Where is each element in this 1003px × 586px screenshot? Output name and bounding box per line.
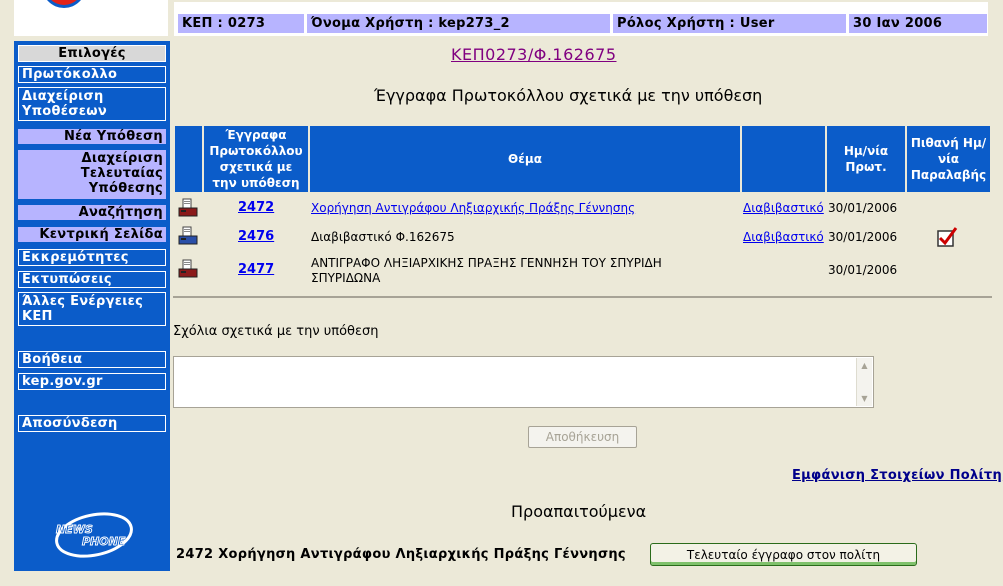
save-button[interactable]: Αποθήκευση	[528, 426, 637, 448]
type-link[interactable]: Διαβιβαστικό	[743, 230, 824, 244]
protocol-date: 30/01/2006	[828, 201, 898, 215]
protocol-number-link[interactable]: 2472	[238, 200, 274, 215]
type-link[interactable]: Διαβιβαστικό	[743, 201, 824, 215]
last-document-button[interactable]: Τελευταίο έγγραφο στον πολίτη	[650, 543, 917, 566]
table-row: 2476 Διαβιβαστικό Φ.162675 Διαβιβαστικό …	[173, 226, 991, 250]
comments-textarea[interactable]	[173, 356, 874, 408]
kep-code: ΚΕΠ : 0273	[178, 14, 304, 33]
user-name: Όνομα Χρήστη : kep273_2	[307, 14, 610, 33]
sidebar-item-help[interactable]: Βοήθεια	[18, 351, 166, 368]
divider	[173, 296, 992, 298]
user-role: Ρόλος Χρήστη : User	[613, 14, 846, 33]
sidebar: Επιλογές Πρωτόκολλο Διαχείριση Υποθέσεων…	[14, 41, 170, 571]
sidebar-item-protocol[interactable]: Πρωτόκολλο	[18, 66, 166, 83]
sidebar-item-search[interactable]: Αναζήτηση	[18, 205, 166, 220]
comments-label: Σχόλια σχετικά με την υπόθεση	[173, 324, 379, 339]
subject-text: ΑΝΤΙΓΡΑΦΟ ΛΗΞΙΑΡΧΙΚΗΣ ΠΡΑΞΗΣ ΓΕΝΝΗΣΗ ΤΟΥ…	[311, 256, 662, 285]
header-subject: Θέμα	[310, 126, 740, 192]
header-receipt: Πιθανή Ημ/νία Παραλαβής	[907, 126, 990, 192]
protocol-date: 30/01/2006	[828, 230, 898, 244]
logo-area	[14, 0, 168, 36]
prerequisites-title: Προαπαιτούμενα	[511, 502, 647, 521]
sidebar-title: Επιλογές	[18, 45, 166, 62]
svg-text:PHONE: PHONE	[82, 535, 126, 548]
prerequisite-item: 2472 Χορήγηση Αντιγράφου Ληξιαρχικής Πρά…	[176, 547, 626, 562]
subject-link[interactable]: Χορήγηση Αντιγράφου Ληξιαρχικής Πράξης Γ…	[311, 201, 635, 215]
document-icon[interactable]	[177, 226, 199, 249]
header-type	[742, 126, 825, 192]
sidebar-item-pending[interactable]: Εκκρεμότητες	[18, 249, 166, 266]
comments-scrollbar[interactable]: ▲ ▼	[856, 358, 872, 406]
sidebar-item-prints[interactable]: Εκτυπώσεις	[18, 271, 166, 288]
document-icon[interactable]	[177, 259, 199, 282]
page-heading: Έγγραφα Πρωτοκόλλου σχετικά με την υπόθε…	[374, 86, 763, 105]
protocol-number-link[interactable]: 2476	[238, 229, 274, 244]
kep-logo-icon	[42, 0, 86, 8]
sidebar-item-new-case[interactable]: Νέα Υπόθεση	[18, 129, 166, 144]
protocol-date: 30/01/2006	[828, 263, 898, 277]
scroll-down-icon[interactable]: ▼	[859, 393, 870, 404]
sidebar-item-manage-cases[interactable]: Διαχείριση Υποθέσεων	[18, 87, 166, 121]
show-citizen-info-link[interactable]: Εμφάνιση Στοιχείων Πολίτη	[792, 468, 1002, 483]
case-number-link[interactable]: ΚΕΠ0273/Φ.162675	[451, 45, 617, 64]
header-icon-col	[175, 126, 202, 192]
sidebar-item-manage-last-case[interactable]: Διαχείριση Τελευταίας Υπόθεσης	[18, 150, 166, 199]
header-bar: ΚΕΠ : 0273 Όνομα Χρήστη : kep273_2 Ρόλος…	[172, 0, 990, 38]
table-row: 2477 ΑΝΤΙΓΡΑΦΟ ΛΗΞΙΑΡΧΙΚΗΣ ΠΡΑΞΗΣ ΓΕΝΝΗΣ…	[173, 256, 991, 290]
sidebar-item-site[interactable]: kep.gov.gr	[18, 373, 166, 390]
table-row: 2472 Χορήγηση Αντιγράφου Ληξιαρχικής Πρά…	[173, 198, 991, 220]
header-date: Ημ/νία Πρωτ.	[827, 126, 905, 192]
header-docs: Έγγραφα Πρωτοκόλλου σχετικά με την υπόθε…	[204, 126, 308, 192]
checkbox-checked-icon[interactable]	[936, 226, 958, 251]
current-date: 30 Ιαν 2006	[849, 14, 987, 33]
sidebar-item-home[interactable]: Κεντρική Σελίδα	[18, 227, 166, 242]
protocol-number-link[interactable]: 2477	[238, 262, 274, 277]
subject-text: Διαβιβαστικό Φ.162675	[311, 230, 455, 244]
document-icon[interactable]	[177, 198, 199, 221]
sidebar-item-logout[interactable]: Αποσύνδεση	[18, 415, 166, 432]
sidebar-item-other-actions[interactable]: Άλλες Ενέργειες ΚΕΠ	[18, 292, 166, 326]
newsphone-logo: NEWS PHONE	[55, 512, 133, 558]
scroll-up-icon[interactable]: ▲	[859, 360, 870, 371]
